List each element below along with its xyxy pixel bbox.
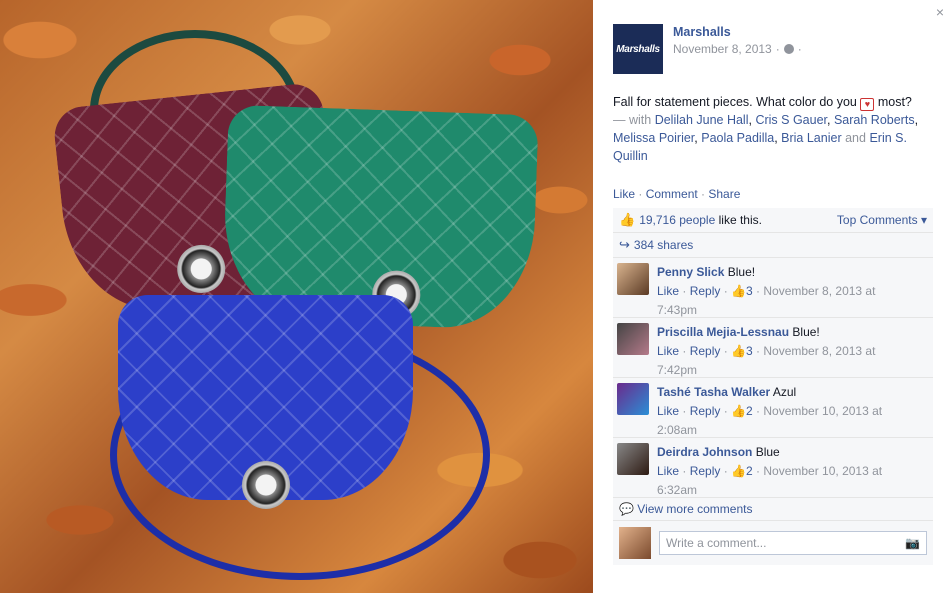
share-arrow-icon: ↪ bbox=[619, 237, 630, 252]
post-panel: Marshalls Marshalls November 8, 2013 · ·… bbox=[593, 0, 952, 593]
likes-row: 👍 19,716 people like this. Top Comments … bbox=[613, 208, 933, 233]
tagged-user-link[interactable]: Paola Padilla bbox=[701, 131, 774, 145]
comment-item: Tashé Tasha Walker Azul Like · Reply · 👍… bbox=[613, 378, 933, 438]
view-more-row: 💬 View more comments bbox=[613, 498, 933, 521]
comment-text: Blue bbox=[755, 445, 780, 459]
write-comment-row: Write a comment... 📷 bbox=[613, 521, 933, 565]
view-more-comments-link[interactable]: View more comments bbox=[637, 502, 752, 516]
post-text-end: most? bbox=[877, 95, 912, 109]
comment-reply-button[interactable]: Reply bbox=[690, 464, 721, 478]
with-prefix: — with bbox=[613, 113, 652, 127]
post-meta: November 8, 2013 · · bbox=[673, 42, 802, 56]
tagged-user-link[interactable]: Bria Lanier bbox=[781, 131, 841, 145]
comment-item: Deirdra Johnson Blue Like · Reply · 👍2 ·… bbox=[613, 438, 933, 498]
heart-emoji-icon: ♥ bbox=[860, 98, 875, 111]
comment-likes-thumbs-icon[interactable]: 👍 bbox=[731, 404, 746, 418]
comment-time-cont[interactable]: 7:43pm bbox=[657, 303, 697, 317]
commenter-name-link[interactable]: Tashé Tasha Walker bbox=[657, 385, 770, 399]
comment-reply-button[interactable]: Reply bbox=[690, 404, 721, 418]
tagged-user-link[interactable]: Delilah June Hall bbox=[655, 113, 749, 127]
comment-reply-button[interactable]: Reply bbox=[690, 284, 721, 298]
speech-bubble-icon: 💬 bbox=[619, 502, 634, 516]
comment-reply-button[interactable]: Reply bbox=[690, 344, 721, 358]
page-name-link[interactable]: Marshalls bbox=[673, 25, 731, 39]
comment-like-count[interactable]: 3 bbox=[746, 344, 753, 358]
like-button[interactable]: Like bbox=[613, 187, 635, 201]
tagged-user-link[interactable]: Melissa Poirier bbox=[613, 131, 694, 145]
commenter-name-link[interactable]: Priscilla Mejia-Lessnau bbox=[657, 325, 789, 339]
commenter-name-link[interactable]: Penny Slick bbox=[657, 265, 724, 279]
commenter-avatar[interactable] bbox=[617, 323, 649, 355]
thumbs-up-icon: 👍 bbox=[619, 212, 636, 227]
post-actions: Like · Comment · Share bbox=[613, 187, 741, 201]
comment-item: Priscilla Mejia-Lessnau Blue! Like · Rep… bbox=[613, 318, 933, 378]
comment-time-cont[interactable]: 7:42pm bbox=[657, 363, 697, 377]
tagged-user-link[interactable]: Sarah Roberts bbox=[834, 113, 915, 127]
page-avatar[interactable]: Marshalls bbox=[613, 24, 663, 74]
commenter-avatar[interactable] bbox=[617, 263, 649, 295]
top-comments-label: Top Comments bbox=[836, 213, 918, 227]
separator-dot: · bbox=[797, 42, 802, 56]
comment-like-button[interactable]: Like bbox=[657, 344, 679, 358]
globe-icon[interactable] bbox=[783, 44, 794, 54]
separator-dot: · bbox=[775, 42, 780, 56]
comment-time-cont[interactable]: 6:32am bbox=[657, 483, 697, 497]
comment-like-button[interactable]: Like bbox=[657, 404, 679, 418]
chevron-down-icon: ▾ bbox=[920, 213, 927, 227]
comment-input[interactable]: Write a comment... 📷 bbox=[659, 531, 927, 555]
feedback-box: 👍 19,716 people like this. Top Comments … bbox=[613, 208, 933, 565]
and-word: and bbox=[845, 131, 866, 145]
shares-row: ↪ 384 shares bbox=[613, 233, 933, 258]
share-button[interactable]: Share bbox=[708, 187, 740, 201]
commenter-avatar[interactable] bbox=[617, 383, 649, 415]
comment-button[interactable]: Comment bbox=[646, 187, 698, 201]
comment-likes-thumbs-icon[interactable]: 👍 bbox=[731, 284, 746, 298]
post-text: Fall for statement pieces. What color do… bbox=[613, 95, 919, 163]
comment-time[interactable]: November 8, 2013 at bbox=[763, 344, 875, 358]
comment-like-count[interactable]: 2 bbox=[746, 464, 753, 478]
comment-like-button[interactable]: Like bbox=[657, 464, 679, 478]
post-text-main: Fall for statement pieces. What color do… bbox=[613, 95, 857, 109]
commenter-name-link[interactable]: Deirdra Johnson bbox=[657, 445, 752, 459]
post-photo[interactable] bbox=[0, 0, 593, 593]
blue-handbag bbox=[118, 295, 413, 509]
top-comments-dropdown[interactable]: Top Comments ▾ bbox=[837, 213, 927, 227]
comment-like-count[interactable]: 2 bbox=[746, 404, 753, 418]
comment-likes-thumbs-icon[interactable]: 👍 bbox=[731, 464, 746, 478]
current-user-avatar bbox=[619, 527, 651, 559]
comment-likes-thumbs-icon[interactable]: 👍 bbox=[731, 344, 746, 358]
comment-time[interactable]: November 8, 2013 at bbox=[763, 284, 875, 298]
comment-text: Azul bbox=[772, 385, 797, 399]
commenter-avatar[interactable] bbox=[617, 443, 649, 475]
likes-count-link[interactable]: 19,716 people bbox=[639, 213, 715, 227]
comment-time[interactable]: November 10, 2013 at bbox=[763, 464, 882, 478]
comment-time-cont[interactable]: 2:08am bbox=[657, 423, 697, 437]
bag-clasp bbox=[242, 461, 290, 509]
comment-like-button[interactable]: Like bbox=[657, 284, 679, 298]
comment-input-placeholder: Write a comment... bbox=[666, 536, 767, 550]
post-date[interactable]: November 8, 2013 bbox=[673, 42, 772, 56]
bag-clasp bbox=[174, 242, 228, 296]
comment-like-count[interactable]: 3 bbox=[746, 284, 753, 298]
likes-suffix: like this. bbox=[718, 213, 762, 227]
shares-link[interactable]: 384 shares bbox=[634, 238, 693, 252]
comment-text: Blue! bbox=[727, 265, 756, 279]
comment-item: Penny Slick Blue! Like · Reply · 👍3 · No… bbox=[613, 258, 933, 318]
tagged-user-link[interactable]: Cris S Gauer bbox=[755, 113, 827, 127]
camera-icon[interactable]: 📷 bbox=[905, 536, 920, 550]
comment-time[interactable]: November 10, 2013 at bbox=[763, 404, 882, 418]
comment-text: Blue! bbox=[792, 325, 820, 339]
